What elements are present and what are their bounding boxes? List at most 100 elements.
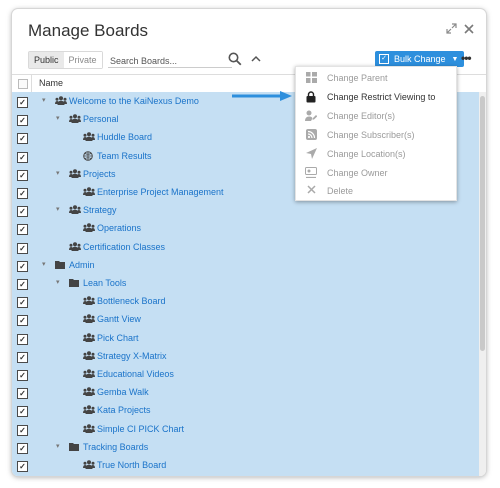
menu-item-change-subscriber-s[interactable]: Change Subscriber(s) <box>296 126 456 144</box>
row-checkbox[interactable]: ✓ <box>17 242 28 254</box>
expand-toggle-icon[interactable]: ▾ <box>42 260 46 268</box>
row-checkbox[interactable]: ✓ <box>17 188 28 199</box>
table-row[interactable]: ✓ Gemba Walk <box>12 384 479 402</box>
expand-toggle-icon[interactable]: ▾ <box>56 114 60 122</box>
row-checkbox[interactable]: ✓ <box>17 351 28 363</box>
board-link[interactable]: Strategy X-Matrix <box>97 351 167 361</box>
row-checkbox[interactable]: ✓ <box>17 206 28 218</box>
board-link[interactable]: Projects <box>83 169 116 179</box>
table-row[interactable]: ✓ Kata Projects <box>12 402 479 420</box>
menu-item-label: Change Location(s) <box>327 148 406 159</box>
folder-icon <box>69 278 79 289</box>
menu-item-change-restrict-viewing-to[interactable]: Change Restrict Viewing to <box>296 88 456 106</box>
team-icon <box>83 296 95 307</box>
board-link[interactable]: Gemba Walk <box>97 387 149 397</box>
row-checkbox[interactable]: ✓ <box>17 297 28 309</box>
search-icon[interactable] <box>228 52 242 66</box>
close-icon[interactable] <box>464 22 474 37</box>
chevron-up-icon[interactable] <box>250 53 262 65</box>
board-link[interactable]: Team Results <box>97 151 152 161</box>
row-checkbox[interactable]: ✓ <box>17 424 28 436</box>
team-icon <box>83 187 95 198</box>
expand-toggle-icon[interactable]: ▾ <box>56 278 60 286</box>
team-icon <box>69 114 81 125</box>
table-row[interactable]: ✓ Gantt View <box>12 311 479 329</box>
expand-icon[interactable] <box>446 22 457 37</box>
board-link[interactable]: Bottleneck Board <box>97 296 166 306</box>
row-checkbox[interactable]: ✓ <box>17 279 28 290</box>
checkbox-icon: ✓ <box>379 54 389 64</box>
row-checkbox[interactable]: ✓ <box>17 406 28 418</box>
bulk-change-menu: Change Parent Change Restrict Viewing to C… <box>295 66 457 201</box>
row-checkbox[interactable]: ✓ <box>17 133 28 145</box>
menu-item-delete[interactable]: Delete <box>296 182 456 200</box>
board-link[interactable]: Welcome to the KaiNexus Demo <box>69 96 199 106</box>
table-row[interactable]: ✓ True North Board <box>12 457 479 475</box>
scrollbar-thumb[interactable] <box>480 96 485 351</box>
table-row[interactable]: ✓ Operations <box>12 220 479 238</box>
more-options-icon[interactable]: ••• <box>461 51 472 65</box>
table-row[interactable]: ✓ Strategy X-Matrix <box>12 348 479 366</box>
menu-item-change-editor-s[interactable]: Change Editor(s) <box>296 107 456 125</box>
board-link[interactable]: Lean Tools <box>83 278 126 288</box>
table-row[interactable]: ✓ ▾ Tracking Boards <box>12 439 479 457</box>
row-checkbox[interactable]: ✓ <box>17 370 28 381</box>
row-checkbox[interactable]: ✓ <box>17 461 28 472</box>
team-icon <box>83 369 95 380</box>
row-checkbox[interactable]: ✓ <box>17 224 28 236</box>
board-link[interactable]: Tracking Boards <box>83 442 148 452</box>
team-icon <box>83 387 95 398</box>
select-all-checkbox[interactable] <box>18 79 28 89</box>
board-link[interactable]: Operations <box>97 223 141 233</box>
board-link[interactable]: Gantt View <box>97 314 141 324</box>
expand-toggle-icon[interactable]: ▾ <box>56 205 60 213</box>
globe-icon <box>83 150 93 163</box>
board-link[interactable]: Certification Classes <box>83 242 165 252</box>
table-row[interactable]: ✓ ▾ Admin <box>12 257 479 275</box>
column-divider <box>31 75 32 92</box>
board-link[interactable]: Strategy <box>83 205 117 215</box>
table-row[interactable]: ✓ ▾ Lean Tools <box>12 275 479 293</box>
team-icon <box>69 169 81 180</box>
row-checkbox[interactable]: ✓ <box>17 115 28 127</box>
board-link[interactable]: Simple CI PICK Chart <box>97 424 184 434</box>
bulk-change-button[interactable]: ✓ Bulk Change ▼ <box>375 51 465 67</box>
folder-icon <box>55 260 65 271</box>
board-link[interactable]: True North Board <box>97 460 166 470</box>
expand-toggle-icon[interactable]: ▾ <box>42 96 46 104</box>
table-row[interactable]: ✓ ▾ Strategy <box>12 202 479 220</box>
search-input[interactable] <box>108 53 210 69</box>
row-checkbox[interactable]: ✓ <box>17 169 28 181</box>
table-row[interactable]: ✓ Educational Videos <box>12 366 479 384</box>
row-checkbox[interactable]: ✓ <box>17 97 28 108</box>
expand-toggle-icon[interactable]: ▾ <box>56 169 60 177</box>
column-header-name[interactable]: Name <box>39 78 63 88</box>
row-checkbox[interactable]: ✓ <box>17 333 28 345</box>
row-checkbox[interactable]: ✓ <box>17 315 28 327</box>
row-checkbox[interactable]: ✓ <box>17 442 28 454</box>
board-link[interactable]: Admin <box>69 260 95 270</box>
expand-toggle-icon[interactable]: ▾ <box>56 442 60 450</box>
table-row[interactable]: ✓ Pick Chart <box>12 330 479 348</box>
scrollbar[interactable] <box>479 92 486 476</box>
pointer-arrow <box>232 91 292 101</box>
board-link[interactable]: Educational Videos <box>97 369 174 379</box>
menu-item-change-owner[interactable]: Change Owner <box>296 164 456 182</box>
row-checkbox[interactable]: ✓ <box>17 260 28 272</box>
public-tab[interactable]: Public <box>29 52 64 68</box>
board-link[interactable]: Pick Chart <box>97 333 139 343</box>
table-row[interactable]: ✓ Simple CI PICK Chart <box>12 421 479 439</box>
row-checkbox[interactable]: ✓ <box>17 151 28 163</box>
board-link[interactable]: Huddle Board <box>97 132 152 142</box>
table-row[interactable]: ✓ Bottleneck Board <box>12 293 479 311</box>
board-link[interactable]: Kata Projects <box>97 405 151 415</box>
menu-item-change-location-s[interactable]: Change Location(s) <box>296 145 456 163</box>
board-link[interactable]: Personal <box>83 114 119 124</box>
board-link[interactable]: Enterprise Project Management <box>97 187 224 197</box>
row-checkbox[interactable]: ✓ <box>17 388 28 400</box>
private-tab[interactable]: Private <box>63 52 102 68</box>
rss-icon <box>305 128 317 141</box>
table-row[interactable]: ✓ Certification Classes <box>12 239 479 257</box>
menu-item-label: Change Owner <box>327 167 388 178</box>
menu-item-change-parent[interactable]: Change Parent <box>296 69 456 87</box>
